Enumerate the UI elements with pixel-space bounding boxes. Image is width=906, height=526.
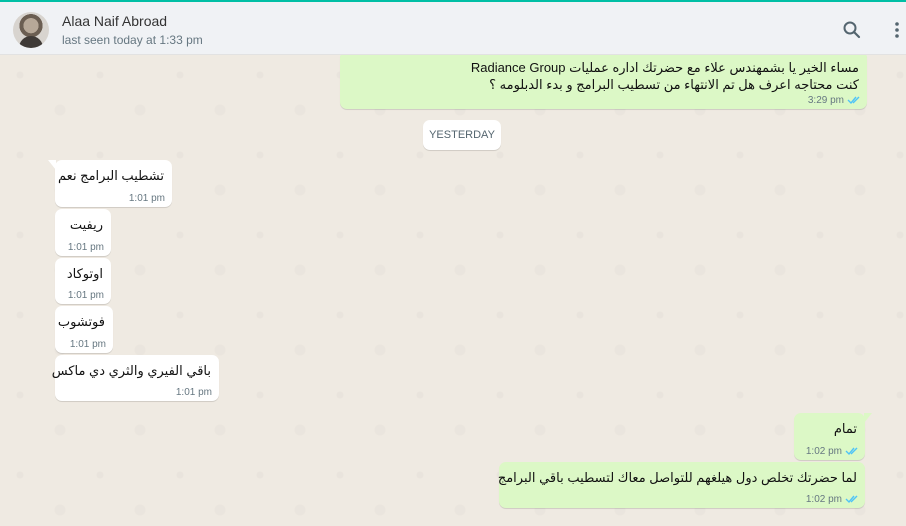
message-time: 1:02 pm <box>805 494 842 505</box>
message-time: 1:02 pm <box>805 446 842 457</box>
chat-header: Alaa Naif Abroad last seen today at 1:33… <box>0 2 906 55</box>
message-incoming[interactable]: فوتشوب 1:01 pm <box>55 306 113 353</box>
message-text: باقي الفيري والثري دي ماكس <box>51 363 211 378</box>
read-ticks-icon <box>845 495 858 504</box>
bubble-tail <box>48 160 56 170</box>
read-ticks-icon <box>845 447 858 456</box>
message-text: فوتشوب <box>57 314 105 329</box>
message-outgoing[interactable]: مساء الخير يا بشمهندس علاء مع حضرتك ادار… <box>340 55 867 109</box>
message-text: اوتوكاد <box>66 266 103 281</box>
message-time: 1:01 pm <box>69 339 106 350</box>
message-line: كنت محتاجه اعرف هل تم الانتهاء من تسطيب … <box>489 77 859 92</box>
message-outgoing[interactable]: لما حضرتك تخلص دول هيلغهم للتواصل معاك ل… <box>497 462 865 508</box>
message-outgoing[interactable]: تمام 1:02 pm <box>794 413 872 460</box>
date-separator: YESTERDAY <box>423 120 501 150</box>
contact-avatar[interactable] <box>13 12 49 48</box>
message-incoming[interactable]: اوتوكاد 1:01 pm <box>55 258 111 304</box>
last-seen-status: last seen today at 1:33 pm <box>62 33 203 47</box>
message-time: 1:01 pm <box>175 387 212 398</box>
contact-name[interactable]: Alaa Naif Abroad <box>62 13 167 29</box>
chat-pane[interactable]: مساء الخير يا بشمهندس علاء مع حضرتك ادار… <box>0 55 906 526</box>
message-text: تمام <box>833 421 857 436</box>
message-incoming[interactable]: باقي الفيري والثري دي ماكس 1:01 pm <box>51 355 219 401</box>
message-text: لما حضرتك تخلص دول هيلغهم للتواصل معاك ل… <box>497 470 857 485</box>
message-incoming[interactable]: ريفيت 1:01 pm <box>55 209 111 256</box>
message-time: 3:29 pm <box>807 95 844 106</box>
message-line: مساء الخير يا بشمهندس علاء مع حضرتك ادار… <box>470 60 859 75</box>
message-time: 1:01 pm <box>67 242 104 253</box>
read-ticks-icon <box>847 96 860 105</box>
message-time: 1:01 pm <box>67 290 104 301</box>
message-incoming[interactable]: تشطيب البرامج نعم 1:01 pm <box>48 160 172 207</box>
avatar-figure <box>19 36 43 48</box>
more-vertical-icon[interactable] <box>890 20 904 40</box>
message-text: مساء الخير يا بشمهندس علاء مع حضرتك ادار… <box>471 59 859 93</box>
message-text: ريفيت <box>69 217 103 232</box>
bubble-tail <box>864 413 872 423</box>
message-time: 1:01 pm <box>128 193 165 204</box>
message-text: تشطيب البرامج نعم <box>58 168 164 183</box>
search-icon[interactable] <box>842 20 862 40</box>
